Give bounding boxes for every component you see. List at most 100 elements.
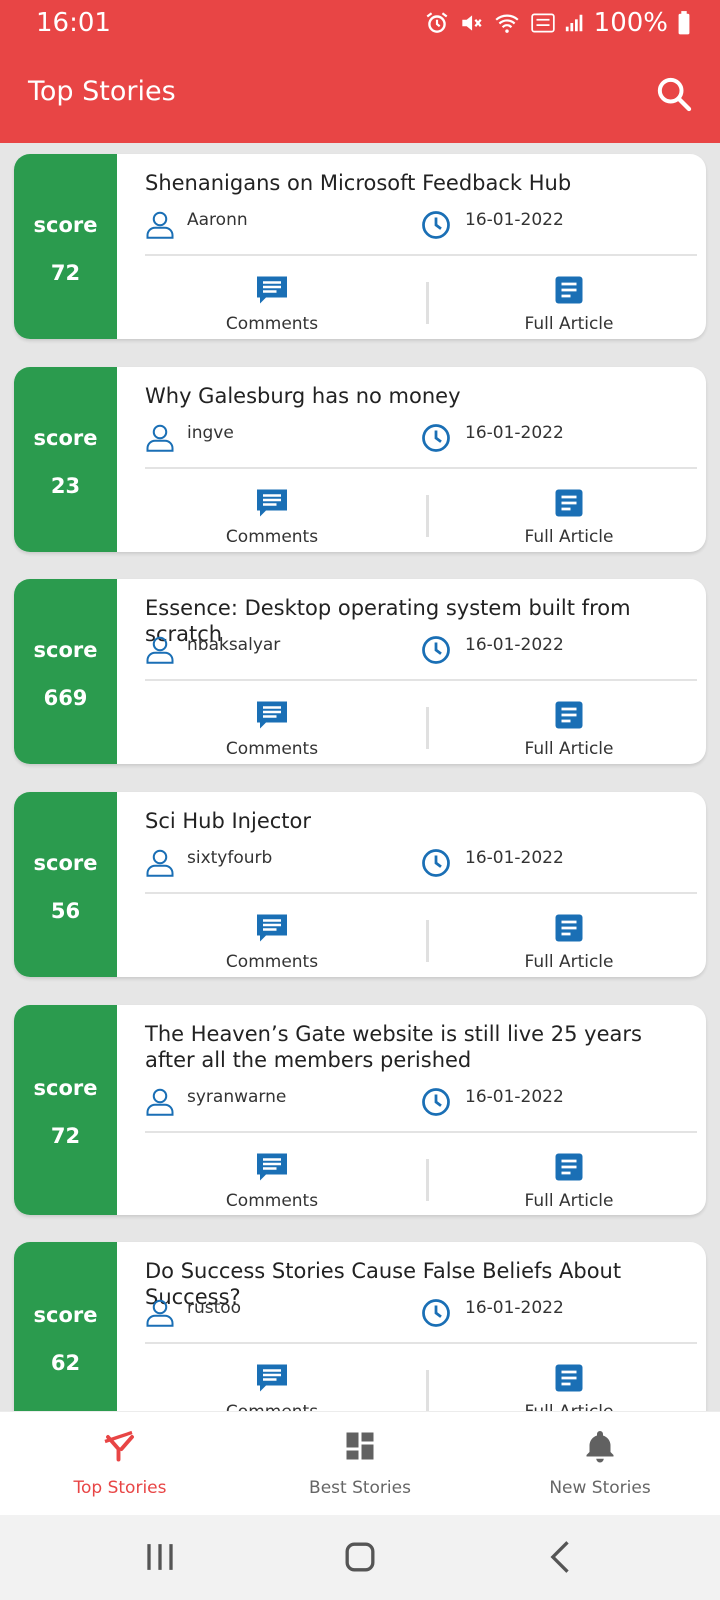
score-value: 56 xyxy=(50,898,81,923)
comments-button[interactable]: Comments xyxy=(172,485,372,547)
user-icon xyxy=(146,1088,174,1116)
full-article-button[interactable]: Full Article xyxy=(469,910,669,972)
story-card[interactable]: score 23 Why Galesburg has no money ingve 16… xyxy=(14,367,706,552)
recent-apps-button[interactable] xyxy=(138,1535,182,1579)
search-icon xyxy=(657,77,692,112)
story-date: 16-01-2022 xyxy=(465,848,564,868)
comments-button[interactable]: Comments xyxy=(172,697,372,759)
app-bar: Top Stories xyxy=(0,46,720,143)
action-separator xyxy=(426,1370,429,1411)
story-body: The Heaven’s Gate website is still live … xyxy=(117,1005,706,1215)
search-button[interactable] xyxy=(654,74,694,114)
story-title[interactable]: Sci Hub Injector xyxy=(145,808,685,834)
story-body: Sci Hub Injector sixtyfourb 16-01-2022 Comm… xyxy=(117,792,706,977)
status-bar: 16:01 100% xyxy=(0,0,720,46)
comment-icon xyxy=(257,489,287,517)
story-card[interactable]: score 72 The Heaven’s Gate website is stil… xyxy=(14,1005,706,1215)
comment-icon xyxy=(257,914,287,942)
divider xyxy=(145,892,697,894)
full-article-button[interactable]: Full Article xyxy=(469,1360,669,1411)
full-article-label: Full Article xyxy=(524,739,614,759)
story-author: ingve xyxy=(187,423,234,443)
nav-new-stories[interactable]: New Stories xyxy=(480,1412,720,1516)
back-button[interactable] xyxy=(540,1535,584,1579)
comments-label: Comments xyxy=(225,739,319,759)
full-article-label: Full Article xyxy=(524,314,614,334)
full-article-button[interactable]: Full Article xyxy=(469,485,669,547)
user-icon xyxy=(146,1299,174,1327)
story-card[interactable]: score 56 Sci Hub Injector sixtyfourb 16-01-2… xyxy=(14,792,706,977)
clock-icon xyxy=(422,849,450,877)
story-title[interactable]: Shenanigans on Microsoft Feedback Hub xyxy=(145,170,685,196)
user-icon xyxy=(146,849,174,877)
score-value: 23 xyxy=(50,473,81,498)
story-author: sixtyfourb xyxy=(187,848,273,868)
home-button[interactable] xyxy=(338,1535,382,1579)
story-date: 16-01-2022 xyxy=(465,1087,564,1107)
full-article-label: Full Article xyxy=(524,952,614,972)
story-meta: nbaksalyar 16-01-2022 xyxy=(145,633,697,667)
clock-icon xyxy=(422,1088,450,1116)
status-time: 16:01 xyxy=(36,8,111,38)
clock-icon xyxy=(422,1299,450,1327)
story-card[interactable]: score 72 Shenanigans on Microsoft Feedback… xyxy=(14,154,706,339)
wifi-icon xyxy=(495,14,519,33)
comments-button[interactable]: Comments xyxy=(172,910,372,972)
comments-button[interactable]: Comments xyxy=(172,1360,372,1411)
story-title[interactable]: The Heaven’s Gate website is still live … xyxy=(145,1021,685,1073)
score-value: 72 xyxy=(50,260,81,285)
status-icons: 100% xyxy=(424,8,692,38)
story-author: syranwarne xyxy=(187,1087,287,1107)
comments-button[interactable]: Comments xyxy=(172,1149,372,1211)
comments-label: Comments xyxy=(225,527,319,547)
comments-label: Comments xyxy=(225,952,319,972)
story-body: Why Galesburg has no money ingve 16-01-202… xyxy=(117,367,706,552)
action-separator xyxy=(426,920,429,962)
article-icon xyxy=(555,701,583,729)
top-stories-icon xyxy=(104,1430,134,1462)
divider xyxy=(145,467,697,469)
score-label: score xyxy=(33,212,98,237)
article-icon xyxy=(555,1153,583,1181)
bell-icon xyxy=(586,1431,614,1463)
divider xyxy=(145,254,697,256)
score-label: score xyxy=(33,637,98,662)
full-article-button[interactable]: Full Article xyxy=(469,1149,669,1211)
comments-label: Comments xyxy=(225,314,319,334)
article-icon xyxy=(555,1364,583,1392)
story-meta: sixtyfourb 16-01-2022 xyxy=(145,846,697,880)
score-panel: score 23 xyxy=(14,367,117,552)
nav-best-stories[interactable]: Best Stories xyxy=(240,1412,480,1516)
full-article-button[interactable]: Full Article xyxy=(469,697,669,759)
nav-label-new-stories: New Stories xyxy=(549,1478,651,1498)
story-meta: Aaronn 16-01-2022 xyxy=(145,208,697,242)
story-list[interactable]: score 72 Shenanigans on Microsoft Feedback… xyxy=(0,143,720,1411)
story-card[interactable]: score 62 Do Success Stories Cause False Be… xyxy=(14,1242,706,1411)
story-body: Essence: Desktop operating system built … xyxy=(117,579,706,764)
story-author: rustoo xyxy=(187,1298,242,1318)
story-title[interactable]: Why Galesburg has no money xyxy=(145,383,685,409)
user-icon xyxy=(146,424,174,452)
comments-button[interactable]: Comments xyxy=(172,272,372,334)
story-body: Shenanigans on Microsoft Feedback Hub Aar… xyxy=(117,154,706,339)
comment-icon xyxy=(257,1364,287,1392)
story-author: nbaksalyar xyxy=(187,635,281,655)
comments-label: Comments xyxy=(225,1191,319,1211)
full-article-button[interactable]: Full Article xyxy=(469,272,669,334)
score-panel: score 72 xyxy=(14,1005,117,1215)
score-label: score xyxy=(33,425,98,450)
score-panel: score 669 xyxy=(14,579,117,764)
story-meta: ingve 16-01-2022 xyxy=(145,421,697,455)
nav-label-top-stories: Top Stories xyxy=(73,1478,167,1498)
score-label: score xyxy=(33,850,98,875)
story-card[interactable]: score 669 Essence: Desktop operating syste… xyxy=(14,579,706,764)
article-icon xyxy=(555,489,583,517)
story-date: 16-01-2022 xyxy=(465,1298,564,1318)
bottom-nav: Top Stories Best Stories New Stories xyxy=(0,1411,720,1515)
volte-icon xyxy=(530,13,555,33)
article-icon xyxy=(555,914,583,942)
system-nav-bar xyxy=(0,1515,720,1600)
nav-top-stories[interactable]: Top Stories xyxy=(0,1412,240,1516)
score-label: score xyxy=(33,1076,98,1100)
battery-icon xyxy=(678,11,690,35)
